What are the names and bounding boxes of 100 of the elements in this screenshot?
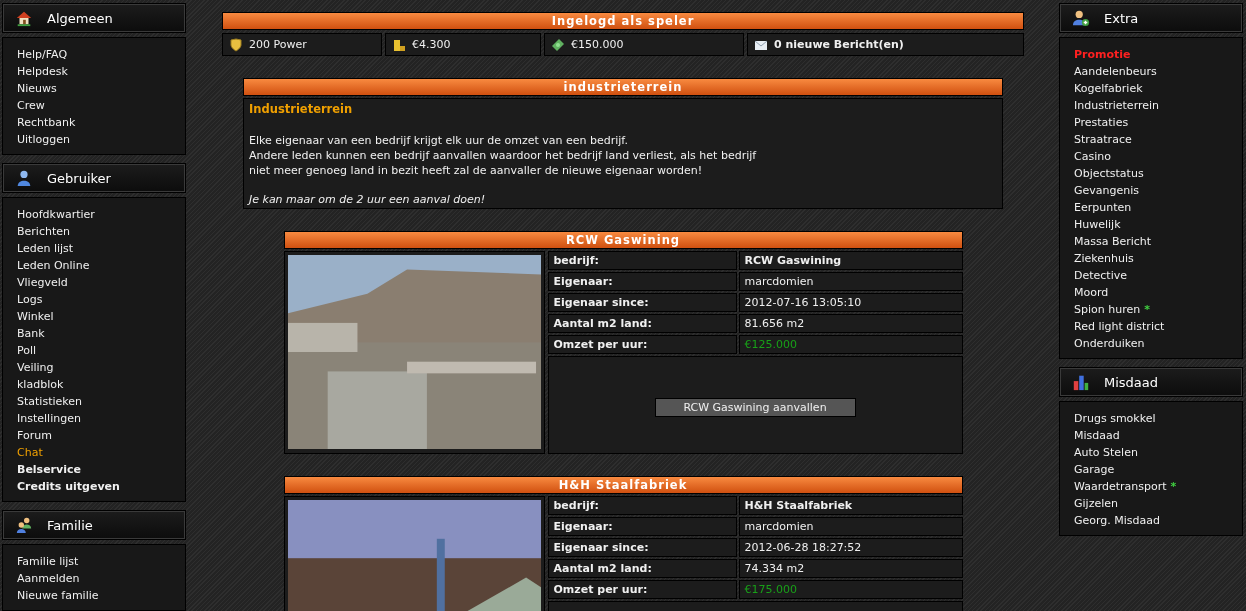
person-add-icon <box>1072 9 1090 27</box>
menu-link[interactable]: Forum <box>17 429 52 442</box>
menu-link[interactable]: Nieuws <box>17 82 57 95</box>
field-value: 81.656 m2 <box>738 314 963 333</box>
menu-link[interactable]: Hoofdkwartier <box>17 208 95 221</box>
menu-link[interactable]: Waardetransport <box>1074 480 1167 493</box>
menu-link[interactable]: Leden Online <box>17 259 90 272</box>
menu-link[interactable]: Helpdesk <box>17 65 68 78</box>
menu-link[interactable]: Ziekenhuis <box>1074 252 1134 265</box>
field-label: Aantal m2 land: <box>547 314 737 333</box>
menu-link[interactable]: Gijzelen <box>1074 497 1118 510</box>
field-label: Omzet per uur: <box>547 580 737 599</box>
menu-link[interactable]: Red light district <box>1074 320 1165 333</box>
menu-link[interactable]: Misdaad <box>1074 429 1120 442</box>
field-value: marcdomien <box>738 517 963 536</box>
new-marker: * <box>1170 480 1177 493</box>
shield-icon <box>229 37 243 52</box>
menu-link[interactable]: Straatrace <box>1074 133 1132 146</box>
menu-link[interactable]: Uitloggen <box>17 133 70 146</box>
menu-link[interactable]: Onderduiken <box>1074 337 1145 350</box>
section-title: Gebruiker <box>47 170 111 186</box>
menu-link[interactable]: Gevangenis <box>1074 184 1140 197</box>
menu-link[interactable]: Auto Stelen <box>1074 446 1138 459</box>
menu-link[interactable]: kladblok <box>17 378 64 391</box>
menu-link[interactable]: Poll <box>17 344 37 357</box>
bar-chart-icon <box>1072 373 1090 391</box>
menu-link[interactable]: Objectstatus <box>1074 167 1144 180</box>
panel-header: industrieterrein <box>243 78 1003 96</box>
coins-icon <box>392 37 406 52</box>
menu-link[interactable]: Aandelenbeurs <box>1074 65 1157 78</box>
menu-link[interactable]: Crew <box>17 99 45 112</box>
company-header: RCW Gaswining <box>283 231 963 249</box>
menu-link[interactable]: Georg. Misdaad <box>1074 514 1161 527</box>
menu-link[interactable]: Massa Bericht <box>1074 235 1152 248</box>
field-label: Omzet per uur: <box>547 335 737 354</box>
banknote-icon <box>551 37 565 52</box>
menu-link[interactable]: Logs <box>17 293 43 306</box>
menu-link[interactable]: Nieuwe familie <box>17 589 99 602</box>
field-label: Eigenaar: <box>547 272 737 291</box>
new-marker: * <box>1144 303 1150 316</box>
menu-link[interactable]: Casino <box>1074 150 1111 163</box>
menu-link[interactable]: Detective <box>1074 269 1127 282</box>
menu-link[interactable]: Huwelijk <box>1074 218 1121 231</box>
description-text: Andere leden kunnen een bedrijf aanvallen waardoor het bedrijf land verliest, als het bedrijf <box>249 148 758 163</box>
stat-text: €150.000 <box>571 38 624 51</box>
menu-link[interactable]: Moord <box>1074 286 1109 299</box>
menu-link[interactable]: Statistieken <box>17 395 82 408</box>
menu-link[interactable]: Drugs smokkel <box>1074 412 1156 425</box>
menu-link[interactable]: Promotie <box>1074 48 1131 61</box>
field-label: Aantal m2 land: <box>547 559 737 578</box>
menu-link[interactable]: Leden lijst <box>17 242 74 255</box>
field-label: Eigenaar: <box>547 517 737 536</box>
panel-heading: Industrieterrein <box>249 102 354 116</box>
section-title: Extra <box>1104 10 1139 26</box>
field-value: 2012-06-28 18:27:52 <box>738 538 963 557</box>
menu-link[interactable]: Vliegveld <box>17 276 68 289</box>
field-label: Eigenaar since: <box>547 538 737 557</box>
description-text: niet meer genoeg land in bezit heeft zal de aanvaller de nieuwe eigenaar worden! <box>249 163 704 178</box>
menu-link[interactable]: Prestaties <box>1074 116 1129 129</box>
menu-link[interactable]: Industrieterrein <box>1074 99 1160 112</box>
menu-link[interactable]: Instellingen <box>17 412 81 425</box>
section-title: Algemeen <box>47 10 113 26</box>
menu-link[interactable]: Credits uitgeven <box>17 480 120 493</box>
section-title: Familie <box>47 517 93 533</box>
field-value: 74.334 m2 <box>738 559 963 578</box>
field-value: marcdomien <box>738 272 963 291</box>
menu-link[interactable]: Kogelfabriek <box>1074 82 1143 95</box>
menu-link[interactable]: Garage <box>1074 463 1115 476</box>
menu-link[interactable]: Rechtbank <box>17 116 76 129</box>
field-label: Eigenaar since: <box>547 293 737 312</box>
stat-text: €4.300 <box>412 38 451 51</box>
menu-link[interactable]: Spion huren <box>1074 303 1141 316</box>
house-icon <box>15 9 33 27</box>
menu-link[interactable]: Help/FAQ <box>17 48 68 61</box>
company-header: H&H Staalfabriek <box>283 476 963 494</box>
field-value: 2012-07-16 13:05:10 <box>738 293 963 312</box>
stat-text: 0 nieuwe Bericht(en) <box>774 38 904 51</box>
menu-link[interactable]: Belservice <box>17 463 81 476</box>
field-value: €125.000 <box>738 335 963 354</box>
person-icon <box>15 169 33 187</box>
field-value: H&H Staalfabriek <box>738 496 963 515</box>
field-label: bedrijf: <box>547 251 737 270</box>
people-icon <box>15 516 33 534</box>
stat-text: 200 Power <box>249 38 307 51</box>
field-value: €175.000 <box>738 580 963 599</box>
menu-link[interactable]: Bank <box>17 327 45 340</box>
menu-link[interactable]: Winkel <box>17 310 54 323</box>
menu-link[interactable]: Eerpunten <box>1074 201 1132 214</box>
description-text: Elke eigenaar van een bedrijf krijgt elk uur de omzet van een bedrijf. <box>249 133 629 148</box>
menu-link[interactable]: Aanmelden <box>17 572 80 585</box>
note-text: Je kan maar om de 2 uur een aanval doen! <box>249 193 487 206</box>
field-label: bedrijf: <box>547 496 737 515</box>
header-bar: Ingelogd als speler <box>222 12 1024 30</box>
menu-link[interactable]: Veiling <box>17 361 54 374</box>
menu-link[interactable]: Berichten <box>17 225 70 238</box>
section-title: Misdaad <box>1104 374 1159 390</box>
attack-button[interactable]: RCW Gaswining aanvallen <box>654 397 856 417</box>
field-value: RCW Gaswining <box>738 251 963 270</box>
menu-link[interactable]: Chat <box>17 446 43 459</box>
menu-link[interactable]: Familie lijst <box>17 555 79 568</box>
